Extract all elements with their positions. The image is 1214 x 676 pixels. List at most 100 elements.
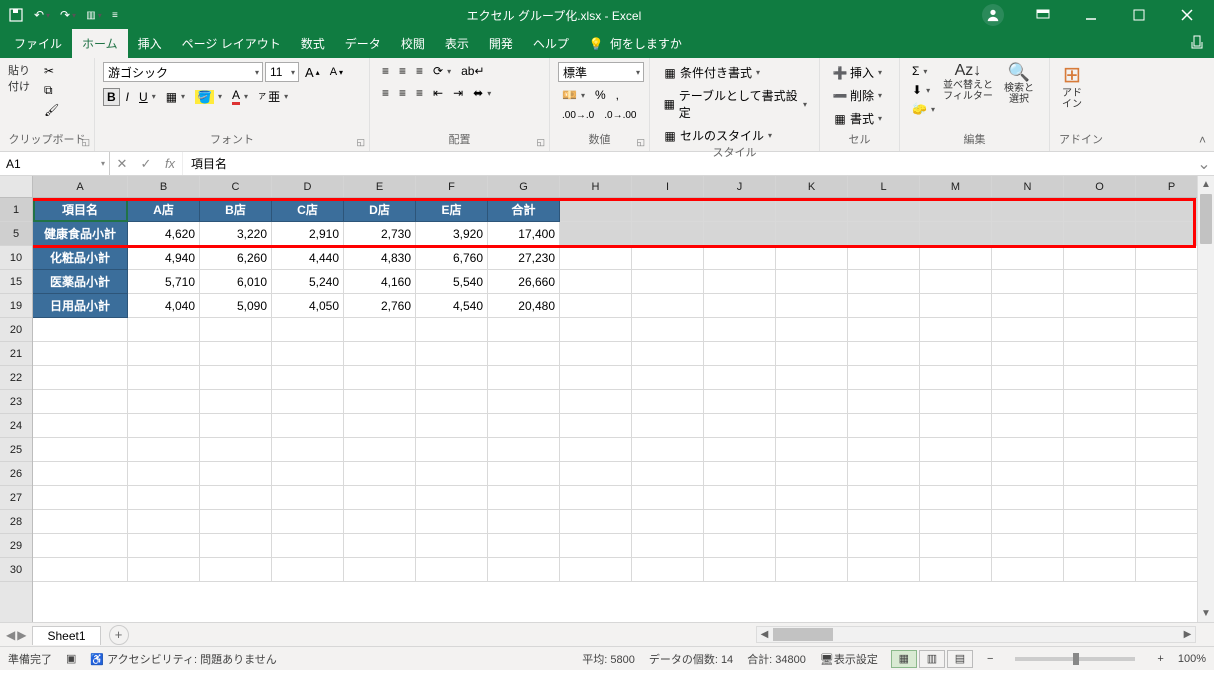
orientation-icon[interactable]: ⟳ [429,62,455,80]
cell[interactable] [632,246,704,270]
align-middle-icon[interactable]: ≡ [395,62,410,80]
cell[interactable] [488,342,560,366]
cell[interactable] [704,534,776,558]
data-cell[interactable]: 4,830 [344,246,416,270]
accessibility-status[interactable]: ♿ アクセシビリティ: 問題ありません [90,651,276,667]
zoom-slider[interactable] [1015,657,1135,661]
cell[interactable] [776,438,848,462]
cell[interactable] [33,342,128,366]
cell[interactable] [200,510,272,534]
table-header-cell[interactable]: 合計 [488,198,560,222]
decrease-indent-icon[interactable]: ⇤ [429,84,447,102]
save-icon[interactable] [8,7,24,23]
cell[interactable] [33,366,128,390]
data-cell[interactable]: 20,480 [488,294,560,318]
cell[interactable] [776,414,848,438]
cell[interactable] [560,198,632,222]
cell[interactable] [848,222,920,246]
ribbon-tab-表示[interactable]: 表示 [435,29,479,58]
cell[interactable] [920,438,992,462]
cell[interactable] [776,366,848,390]
data-cell[interactable]: 4,620 [128,222,200,246]
cell[interactable] [560,270,632,294]
data-cell[interactable]: 5,240 [272,270,344,294]
font-size-combo[interactable]: 11 [265,62,299,82]
cell[interactable] [560,222,632,246]
row-header[interactable]: 5 [0,222,32,246]
cell[interactable] [488,462,560,486]
data-cell[interactable]: 5,540 [416,270,488,294]
insert-cells-button[interactable]: ➕挿入 [828,62,886,83]
dialog-launcher-icon[interactable]: ◱ [81,135,90,149]
cell[interactable] [920,390,992,414]
wrap-text-icon[interactable]: ab↵ [457,62,488,80]
worksheet-grid[interactable]: 151015192021222324252627282930 ABCDEFGHI… [0,176,1214,622]
ribbon-tab-開発[interactable]: 開発 [479,29,523,58]
format-cells-button[interactable]: ▦書式 [828,108,886,129]
cell[interactable] [488,558,560,582]
cell[interactable] [776,558,848,582]
cell[interactable] [272,510,344,534]
close-icon[interactable] [1164,0,1210,30]
cell[interactable] [704,198,776,222]
cell[interactable] [416,558,488,582]
cell[interactable] [632,510,704,534]
cell[interactable] [200,534,272,558]
data-cell[interactable]: 2,760 [344,294,416,318]
data-cell[interactable]: 17,400 [488,222,560,246]
display-settings[interactable]: 🖥表示設定 [820,651,878,667]
scroll-right-icon[interactable]: ▶ [1180,627,1195,642]
underline-button[interactable]: U [135,88,160,106]
ribbon-tab-ホーム[interactable]: ホーム [72,29,128,58]
cell[interactable] [992,270,1064,294]
cell[interactable] [776,390,848,414]
font-name-combo[interactable]: 游ゴシック [103,62,263,82]
row-header[interactable]: 28 [0,510,32,534]
data-cell[interactable]: 3,920 [416,222,488,246]
column-header[interactable]: J [704,176,776,197]
ribbon-tab-ヘルプ[interactable]: ヘルプ [523,29,579,58]
format-painter-icon[interactable]: 🖌 [40,101,63,119]
row-header[interactable]: 20 [0,318,32,342]
vertical-scrollbar[interactable]: ▲ ▼ [1197,176,1214,622]
row-label-cell[interactable]: 医薬品小計 [33,270,128,294]
cell[interactable] [560,318,632,342]
cell[interactable] [920,318,992,342]
cell[interactable] [704,462,776,486]
minimize-icon[interactable] [1068,0,1114,30]
ribbon-tab-数式[interactable]: 数式 [291,29,335,58]
copy-icon[interactable]: ⧉ [40,81,63,100]
cell[interactable] [704,438,776,462]
cell[interactable] [128,342,200,366]
cell[interactable] [992,462,1064,486]
cell[interactable] [200,486,272,510]
cell[interactable] [560,414,632,438]
cell[interactable] [416,390,488,414]
cell[interactable] [488,318,560,342]
data-cell[interactable]: 4,160 [344,270,416,294]
cell[interactable] [33,486,128,510]
qat-more-icon[interactable]: ▥ [86,7,102,23]
cell[interactable] [704,390,776,414]
cell[interactable] [200,342,272,366]
column-header[interactable]: I [632,176,704,197]
merge-center-icon[interactable]: ⬌ [469,84,495,102]
cell[interactable] [848,510,920,534]
cell[interactable] [848,270,920,294]
cell[interactable] [632,558,704,582]
cell[interactable] [488,414,560,438]
cell[interactable] [272,462,344,486]
cell[interactable] [776,222,848,246]
cell[interactable] [344,486,416,510]
find-select-button[interactable]: 🔍 検索と 選択 [997,62,1041,94]
cell[interactable] [344,366,416,390]
cell[interactable] [704,294,776,318]
data-cell[interactable]: 6,010 [200,270,272,294]
cell[interactable] [272,318,344,342]
cell[interactable] [33,558,128,582]
dialog-launcher-icon[interactable]: ◱ [636,135,645,149]
row-header[interactable]: 1 [0,198,32,222]
cell[interactable] [272,390,344,414]
cell[interactable] [344,510,416,534]
cell[interactable] [848,462,920,486]
